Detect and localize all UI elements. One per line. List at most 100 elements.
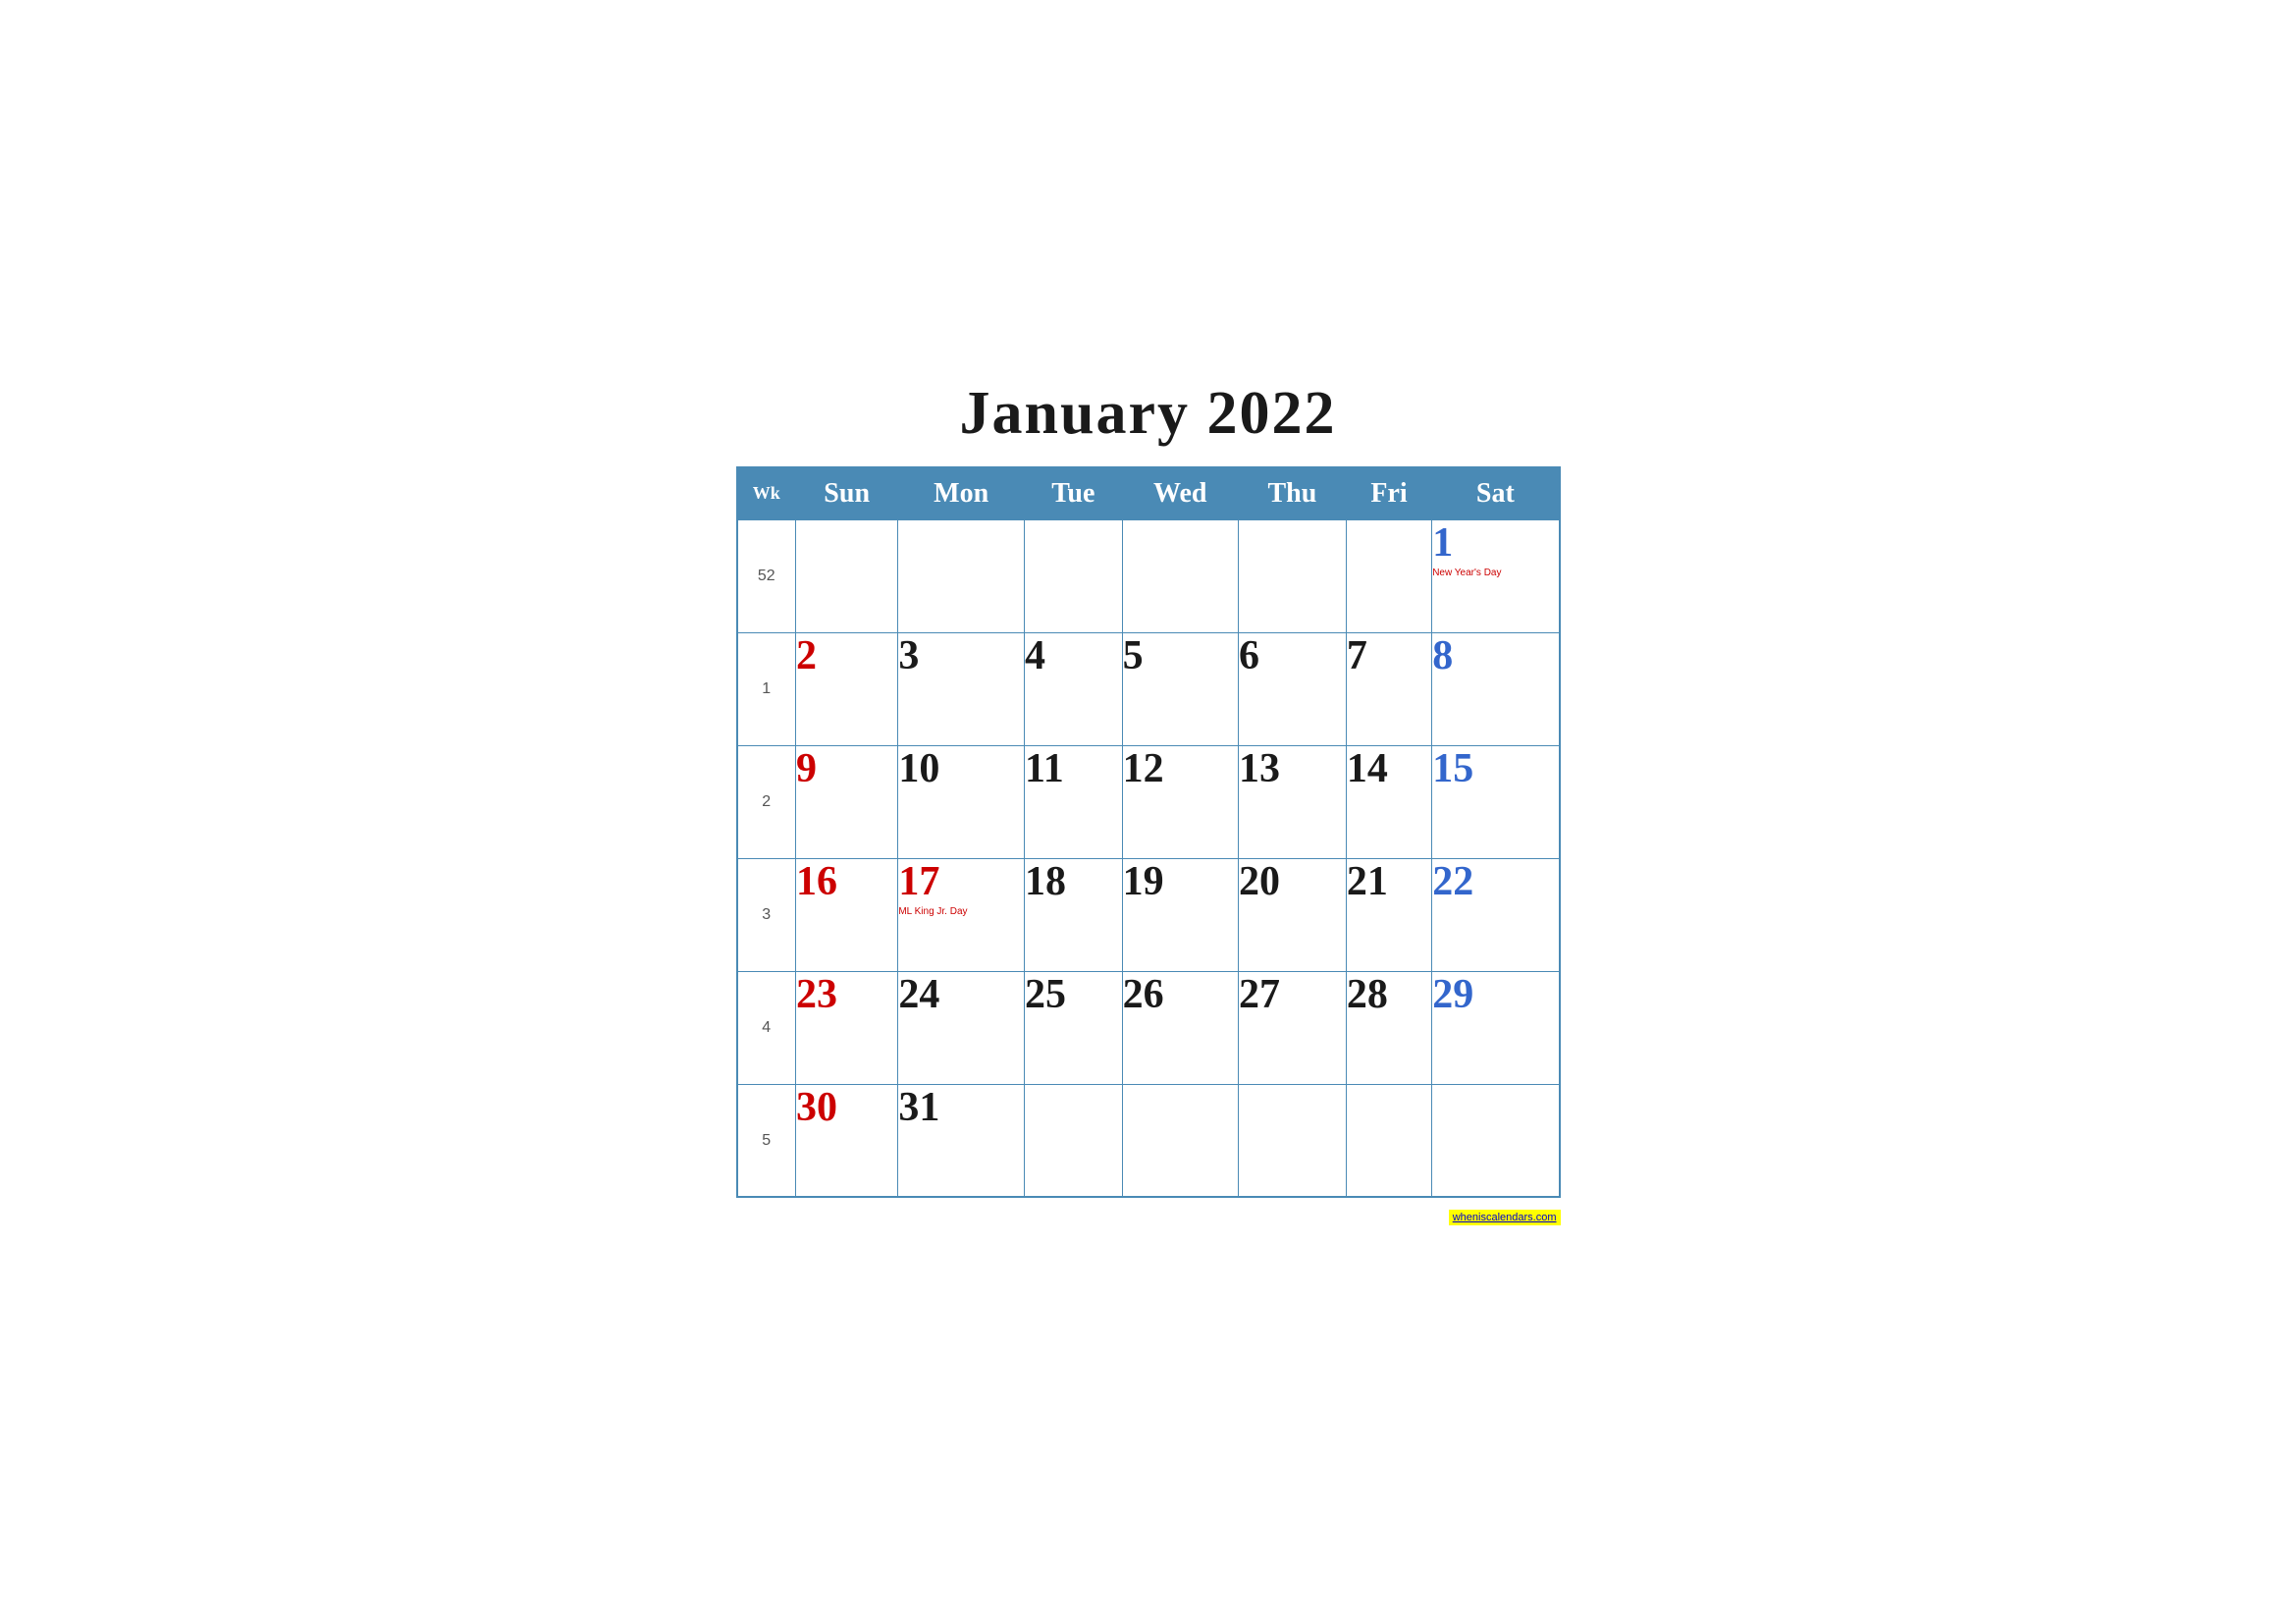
day-cell: 18	[1025, 858, 1123, 971]
sun-header: Sun	[796, 467, 898, 520]
day-cell: 15	[1432, 745, 1560, 858]
day-cell	[1238, 519, 1346, 632]
sat-header: Sat	[1432, 467, 1560, 520]
day-cell: 20	[1238, 858, 1346, 971]
calendar-row: 53031	[737, 1084, 1560, 1197]
week-number: 2	[737, 745, 796, 858]
day-number: 12	[1123, 746, 1238, 791]
fri-header: Fri	[1346, 467, 1431, 520]
day-number: 3	[898, 633, 1024, 678]
day-cell: 1 New Year's Day	[1432, 519, 1560, 632]
week-number: 1	[737, 632, 796, 745]
day-number: 30	[796, 1085, 897, 1130]
wk-header: Wk	[737, 467, 796, 520]
day-number: 18	[1025, 859, 1122, 904]
thu-header: Thu	[1238, 467, 1346, 520]
wed-header: Wed	[1122, 467, 1238, 520]
header-row: Wk Sun Mon Tue Wed Thu Fri Sat	[737, 467, 1560, 520]
day-number: 17	[898, 859, 1024, 904]
day-number: 24	[898, 972, 1024, 1017]
day-number: 21	[1347, 859, 1431, 904]
day-cell: 26	[1122, 971, 1238, 1084]
day-cell: 24	[898, 971, 1025, 1084]
day-number: 4	[1025, 633, 1122, 678]
calendar-title: January 2022	[736, 379, 1561, 449]
day-number: 25	[1025, 972, 1122, 1017]
day-cell: 3	[898, 632, 1025, 745]
day-cell: 8	[1432, 632, 1560, 745]
week-number: 3	[737, 858, 796, 971]
day-cell: 17 ML King Jr. Day	[898, 858, 1025, 971]
day-cell: 28	[1346, 971, 1431, 1084]
day-number: 5	[1123, 633, 1238, 678]
day-cell: 14	[1346, 745, 1431, 858]
holiday-label: ML King Jr. Day	[898, 906, 1024, 918]
day-cell	[1346, 519, 1431, 632]
day-cell: 13	[1238, 745, 1346, 858]
calendar-row: 52 1 New Year's Day	[737, 519, 1560, 632]
day-cell: 27	[1238, 971, 1346, 1084]
day-cell	[898, 519, 1025, 632]
day-number: 15	[1432, 746, 1558, 791]
day-cell	[1025, 1084, 1123, 1197]
day-cell: 16	[796, 858, 898, 971]
day-cell: 2	[796, 632, 898, 745]
calendar-row: 12345678	[737, 632, 1560, 745]
day-cell: 7	[1346, 632, 1431, 745]
day-number: 26	[1123, 972, 1238, 1017]
day-cell: 10	[898, 745, 1025, 858]
day-number: 10	[898, 746, 1024, 791]
calendar-row: 31617 ML King Jr. Day1819202122	[737, 858, 1560, 971]
day-cell	[1346, 1084, 1431, 1197]
day-cell: 25	[1025, 971, 1123, 1084]
day-cell	[1122, 519, 1238, 632]
day-cell: 30	[796, 1084, 898, 1197]
day-number: 8	[1432, 633, 1558, 678]
day-number: 22	[1432, 859, 1558, 904]
day-number: 28	[1347, 972, 1431, 1017]
watermark: wheniscalendars.com	[736, 1208, 1561, 1225]
day-cell: 9	[796, 745, 898, 858]
day-number: 2	[796, 633, 897, 678]
day-number: 20	[1239, 859, 1346, 904]
day-cell	[796, 519, 898, 632]
day-cell	[1122, 1084, 1238, 1197]
day-number: 23	[796, 972, 897, 1017]
week-number: 52	[737, 519, 796, 632]
day-cell	[1025, 519, 1123, 632]
day-cell: 4	[1025, 632, 1123, 745]
day-number: 19	[1123, 859, 1238, 904]
tue-header: Tue	[1025, 467, 1123, 520]
day-cell	[1238, 1084, 1346, 1197]
day-cell: 22	[1432, 858, 1560, 971]
day-number: 1	[1432, 520, 1558, 566]
day-number: 14	[1347, 746, 1431, 791]
day-number: 6	[1239, 633, 1346, 678]
mon-header: Mon	[898, 467, 1025, 520]
holiday-label: New Year's Day	[1432, 568, 1558, 579]
calendar-container: January 2022 Wk Sun Mon Tue Wed Thu Fri …	[707, 359, 1590, 1266]
day-number: 16	[796, 859, 897, 904]
day-number: 13	[1239, 746, 1346, 791]
day-number: 9	[796, 746, 897, 791]
day-number: 7	[1347, 633, 1431, 678]
day-cell: 5	[1122, 632, 1238, 745]
day-number: 31	[898, 1085, 1024, 1130]
day-cell: 12	[1122, 745, 1238, 858]
calendar-row: 29101112131415	[737, 745, 1560, 858]
day-number: 29	[1432, 972, 1558, 1017]
day-cell: 23	[796, 971, 898, 1084]
day-cell: 19	[1122, 858, 1238, 971]
week-number: 5	[737, 1084, 796, 1197]
watermark-link[interactable]: wheniscalendars.com	[1449, 1210, 1561, 1225]
week-number: 4	[737, 971, 796, 1084]
day-cell	[1432, 1084, 1560, 1197]
day-number: 27	[1239, 972, 1346, 1017]
day-cell: 11	[1025, 745, 1123, 858]
day-cell: 6	[1238, 632, 1346, 745]
day-cell: 31	[898, 1084, 1025, 1197]
calendar-table: Wk Sun Mon Tue Wed Thu Fri Sat 521New Ye…	[736, 466, 1561, 1199]
day-cell: 29	[1432, 971, 1560, 1084]
day-cell: 21	[1346, 858, 1431, 971]
calendar-row: 423242526272829	[737, 971, 1560, 1084]
